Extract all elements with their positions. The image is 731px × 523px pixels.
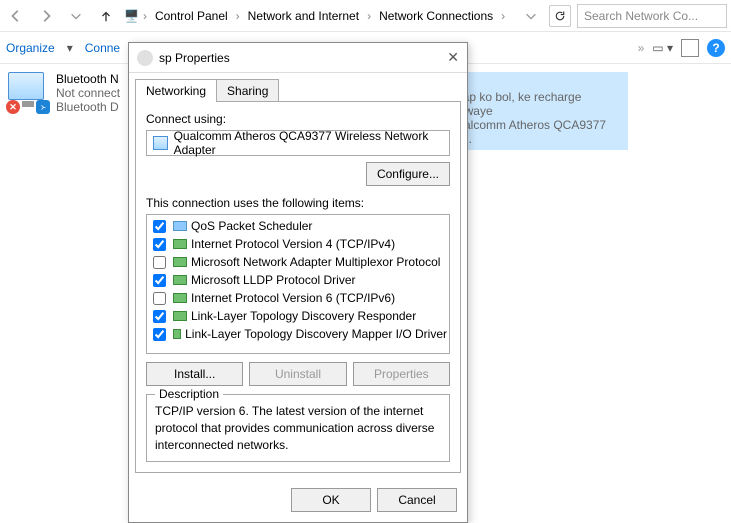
list-item[interactable]: QoS Packet Scheduler: [149, 217, 447, 235]
cancel-button[interactable]: Cancel: [377, 488, 457, 512]
item-checkbox[interactable]: [153, 310, 166, 323]
bluetooth-icon: ᚛: [36, 100, 50, 114]
list-item[interactable]: Microsoft Network Adapter Multiplexor Pr…: [149, 253, 447, 271]
overflow-icon[interactable]: »: [638, 41, 645, 55]
protocol-icon: [173, 329, 181, 339]
item-checkbox[interactable]: [153, 328, 166, 341]
list-item[interactable]: Internet Protocol Version 4 (TCP/IPv4): [149, 235, 447, 253]
chevron-right-icon: ›: [367, 9, 371, 23]
item-checkbox[interactable]: [153, 220, 166, 233]
bluetooth-connection-icon: ✕ ᚛: [8, 72, 48, 112]
close-icon[interactable]: ✕: [447, 49, 459, 66]
connect-using-label: Connect using:: [146, 112, 450, 126]
list-item[interactable]: Internet Protocol Version 6 (TCP/IPv6): [149, 289, 447, 307]
chevron-down-icon[interactable]: [519, 4, 543, 28]
connection-name: Bluetooth N: [56, 72, 120, 86]
adapter-icon: [153, 136, 168, 150]
adapter-name: Qualcomm Atheros QCA9377 Wireless Networ…: [174, 129, 443, 157]
up-button[interactable]: [94, 4, 118, 28]
forward-button[interactable]: [34, 4, 58, 28]
preview-pane-icon[interactable]: [681, 39, 699, 57]
connection-status: Baap ko bol, ke recharge karwaye: [448, 90, 624, 118]
items-label: This connection uses the following items…: [146, 196, 450, 210]
connection-device: Qualcomm Atheros QCA9377 Wi...: [448, 118, 624, 146]
item-checkbox[interactable]: [153, 256, 166, 269]
tab-strip: Networking Sharing: [129, 73, 467, 102]
tab-sharing[interactable]: Sharing: [216, 79, 279, 102]
crumb-network-internet[interactable]: Network and Internet: [244, 7, 363, 25]
connection-status: Not connect: [56, 86, 120, 100]
description-group: Description TCP/IP version 6. The latest…: [146, 394, 450, 462]
refresh-button[interactable]: [549, 5, 571, 27]
item-label: QoS Packet Scheduler: [191, 219, 312, 233]
list-item[interactable]: Microsoft LLDP Protocol Driver: [149, 271, 447, 289]
protocol-icon: [173, 275, 187, 285]
view-menu[interactable]: ▭ ▾: [652, 41, 673, 55]
breadcrumb[interactable]: 🖥️ › Control Panel › Network and Interne…: [124, 7, 513, 25]
crumb-network-connections[interactable]: Network Connections: [375, 7, 497, 25]
protocol-icon: [173, 311, 187, 321]
connection-name: sp: [448, 76, 624, 90]
dialog-titlebar[interactable]: sp Properties ✕: [129, 43, 467, 73]
adapter-field: Qualcomm Atheros QCA9377 Wireless Networ…: [146, 130, 450, 156]
connect-button[interactable]: Conne: [85, 41, 120, 55]
item-label: Internet Protocol Version 4 (TCP/IPv4): [191, 237, 395, 251]
chevron-right-icon: ›: [501, 9, 505, 23]
protocol-icon: [173, 257, 187, 267]
properties-button: Properties: [353, 362, 450, 386]
disconnected-badge-icon: ✕: [6, 100, 20, 114]
item-checkbox[interactable]: [153, 238, 166, 251]
search-placeholder: Search Network Co...: [584, 9, 698, 23]
address-bar: 🖥️ › Control Panel › Network and Interne…: [0, 0, 731, 32]
description-text: TCP/IP version 6. The latest version of …: [155, 403, 441, 453]
items-listbox[interactable]: QoS Packet Scheduler Internet Protocol Ve…: [146, 214, 450, 354]
connection-device: Bluetooth D: [56, 100, 120, 114]
chevron-right-icon: ›: [236, 9, 240, 23]
item-checkbox[interactable]: [153, 274, 166, 287]
ok-button[interactable]: OK: [291, 488, 371, 512]
search-input[interactable]: Search Network Co...: [577, 4, 727, 28]
uninstall-button: Uninstall: [249, 362, 346, 386]
chevron-down-icon[interactable]: ▾: [67, 41, 73, 55]
protocol-icon: [173, 221, 187, 231]
properties-dialog: sp Properties ✕ Networking Sharing Conne…: [128, 42, 468, 523]
description-legend: Description: [155, 387, 223, 401]
chevron-right-icon: ›: [143, 9, 147, 23]
protocol-icon: [173, 293, 187, 303]
list-item[interactable]: Link-Layer Topology Discovery Responder: [149, 307, 447, 325]
crumb-control-panel[interactable]: Control Panel: [151, 7, 232, 25]
networking-panel: Connect using: Qualcomm Atheros QCA9377 …: [135, 101, 461, 473]
control-panel-icon: 🖥️: [124, 9, 139, 23]
protocol-icon: [173, 239, 187, 249]
list-item[interactable]: Link-Layer Topology Discovery Mapper I/O…: [149, 325, 447, 343]
install-button[interactable]: Install...: [146, 362, 243, 386]
help-icon[interactable]: ?: [707, 39, 725, 57]
back-button[interactable]: [4, 4, 28, 28]
item-label: Internet Protocol Version 6 (TCP/IPv6): [191, 291, 395, 305]
dialog-icon: [137, 50, 153, 66]
chevron-down-icon[interactable]: [64, 4, 88, 28]
organize-menu[interactable]: Organize: [6, 41, 55, 55]
item-label: Microsoft Network Adapter Multiplexor Pr…: [191, 255, 440, 269]
item-label: Microsoft LLDP Protocol Driver: [191, 273, 356, 287]
item-label: Link-Layer Topology Discovery Responder: [191, 309, 416, 323]
item-label: Link-Layer Topology Discovery Mapper I/O…: [185, 327, 447, 341]
item-checkbox[interactable]: [153, 292, 166, 305]
tab-networking[interactable]: Networking: [135, 79, 217, 102]
dialog-title: sp Properties: [159, 51, 230, 65]
configure-button[interactable]: Configure...: [366, 162, 450, 186]
